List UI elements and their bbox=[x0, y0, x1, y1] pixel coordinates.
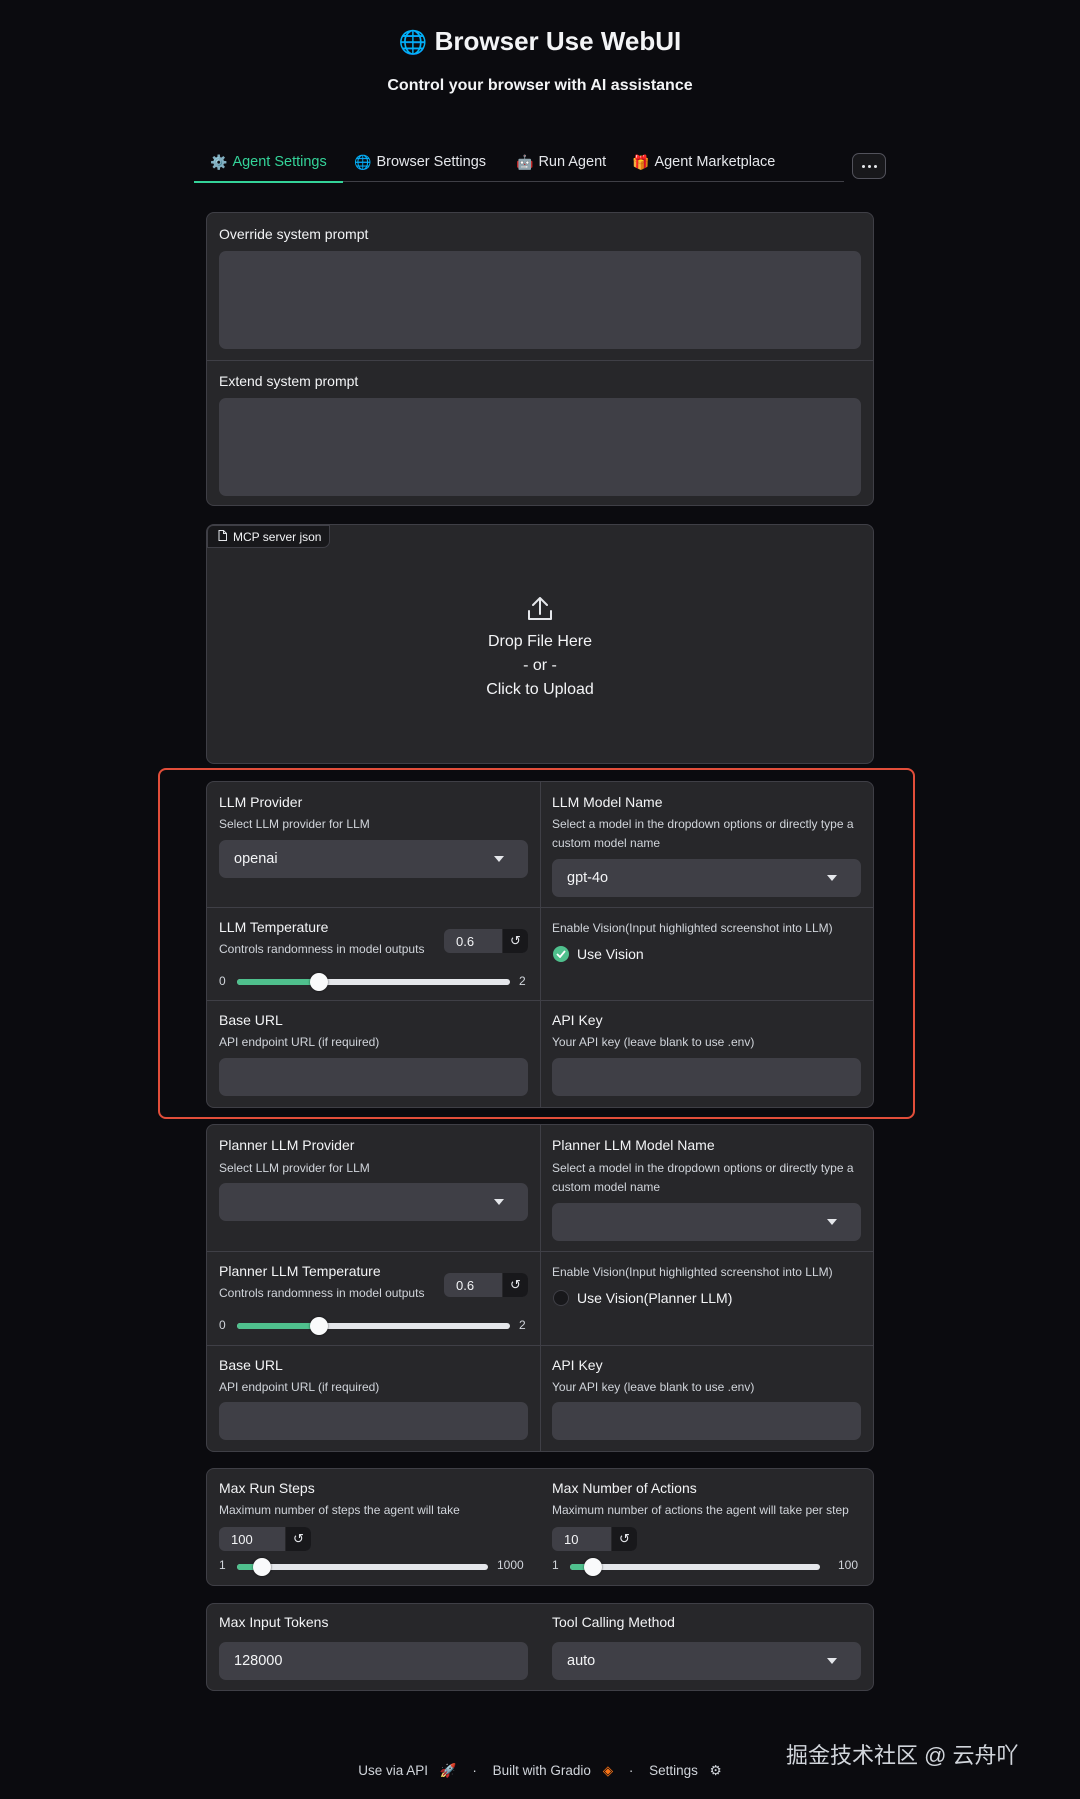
max-steps-label: Max Run Steps bbox=[219, 1480, 315, 1496]
planner-provider-dropdown[interactable] bbox=[219, 1183, 528, 1221]
planner-provider-label: Planner LLM Provider bbox=[219, 1137, 355, 1153]
tab-agent-settings[interactable]: ⚙️ Agent Settings bbox=[194, 154, 343, 183]
override-prompt-label: Override system prompt bbox=[219, 226, 369, 242]
gear-icon: ⚙ bbox=[709, 1763, 722, 1778]
click-upload-text: Click to Upload bbox=[486, 681, 594, 698]
planner-model-dropdown[interactable] bbox=[552, 1203, 861, 1241]
tab-bar: ⚙️ Agent Settings 🌐 Browser Settings 🤖 R… bbox=[194, 150, 844, 183]
planner-base-url-input[interactable] bbox=[219, 1402, 528, 1440]
highlight-box bbox=[158, 768, 915, 1119]
reset-icon[interactable]: ↺ bbox=[285, 1527, 311, 1551]
max-tokens-label: Max Input Tokens bbox=[219, 1614, 329, 1630]
slider-thumb[interactable] bbox=[583, 1558, 602, 1576]
built-with-gradio-link[interactable]: Built with Gradio ◈ bbox=[489, 1763, 617, 1778]
slider-thumb[interactable] bbox=[309, 1317, 328, 1335]
planner-provider-info: Select LLM provider for LLM bbox=[219, 1161, 370, 1175]
planner-temperature-label: Planner LLM Temperature bbox=[219, 1263, 381, 1279]
planner-vision-info: Enable Vision(Input highlighted screensh… bbox=[552, 1265, 833, 1279]
slider-max: 100 bbox=[838, 1558, 859, 1572]
globe-icon: 🌐 bbox=[398, 29, 428, 55]
planner-api-key-input[interactable] bbox=[552, 1402, 861, 1440]
planner-model-label: Planner LLM Model Name bbox=[552, 1137, 715, 1153]
max-actions-number[interactable]: 10 ↺ bbox=[552, 1527, 637, 1551]
chevron-down-icon bbox=[494, 1199, 504, 1205]
planner-model-info: Select a model in the dropdown options o… bbox=[552, 1161, 854, 1194]
page-title: 🌐 Browser Use WebUI bbox=[398, 26, 682, 56]
slider-min: 1 bbox=[552, 1558, 559, 1572]
planner-api-key-label: API Key bbox=[552, 1357, 603, 1373]
tab-agent-marketplace[interactable]: 🎁 Agent Marketplace bbox=[632, 154, 775, 182]
reset-icon[interactable]: ↺ bbox=[502, 1273, 528, 1297]
reset-icon[interactable]: ↺ bbox=[611, 1527, 637, 1551]
rocket-icon: 🚀 bbox=[439, 1763, 457, 1778]
extend-prompt-label: Extend system prompt bbox=[219, 373, 359, 389]
planner-vision-label: Use Vision(Planner LLM) bbox=[577, 1290, 733, 1306]
slider-min: 0 bbox=[219, 1318, 226, 1332]
tab-browser-settings[interactable]: 🌐 Browser Settings bbox=[354, 154, 486, 182]
extend-prompt-textarea[interactable] bbox=[219, 398, 861, 496]
tool-method-label: Tool Calling Method bbox=[552, 1614, 675, 1630]
file-icon bbox=[218, 529, 227, 544]
settings-link[interactable]: Settings ⚙ bbox=[645, 1763, 726, 1778]
more-icon bbox=[861, 164, 877, 168]
use-via-api-link[interactable]: Use via API 🚀 bbox=[354, 1763, 460, 1778]
planner-vision-checkbox[interactable] bbox=[553, 1290, 569, 1306]
override-prompt-textarea[interactable] bbox=[219, 251, 861, 349]
slider-max: 1000 bbox=[497, 1558, 524, 1572]
robot-icon: 🤖 bbox=[516, 154, 534, 170]
chevron-down-icon bbox=[827, 1219, 837, 1225]
max-steps-info: Maximum number of steps the agent will t… bbox=[219, 1503, 460, 1517]
slider-min: 1 bbox=[219, 1558, 226, 1572]
gear-icon: ⚙️ bbox=[210, 154, 228, 170]
planner-temperature-info: Controls randomness in model outputs bbox=[219, 1286, 425, 1300]
tokens-panel: Max Input Tokens 128000 Tool Calling Met… bbox=[206, 1603, 874, 1691]
slider-thumb[interactable] bbox=[253, 1558, 272, 1576]
max-steps-slider[interactable] bbox=[237, 1558, 488, 1576]
drop-file-text: Drop File Here bbox=[487, 633, 593, 650]
planner-temperature-slider[interactable] bbox=[237, 1317, 510, 1335]
mcp-upload-tag: MCP server json bbox=[207, 525, 331, 548]
max-actions-info: Maximum number of actions the agent will… bbox=[552, 1503, 849, 1517]
max-steps-number[interactable]: 100 ↺ bbox=[219, 1527, 311, 1551]
gradio-logo-icon: ◈ bbox=[602, 1763, 614, 1778]
max-tokens-input[interactable]: 128000 bbox=[219, 1642, 528, 1680]
tool-method-dropdown[interactable]: auto bbox=[552, 1642, 861, 1680]
steps-panel: Max Run Steps Maximum number of steps th… bbox=[206, 1468, 874, 1586]
planner-settings-panel: Planner LLM Provider Select LLM provider… bbox=[206, 1124, 874, 1452]
planner-api-key-info: Your API key (leave blank to use .env) bbox=[552, 1380, 755, 1394]
planner-temperature-number[interactable]: 0.6 ↺ bbox=[444, 1273, 528, 1297]
globe-icon: 🌐 bbox=[354, 154, 372, 170]
more-tabs-button[interactable] bbox=[852, 153, 886, 179]
planner-base-url-info: API endpoint URL (if required) bbox=[219, 1380, 380, 1394]
watermark: 掘金技术社区 @ 云舟吖 bbox=[786, 1743, 1019, 1768]
slider-max: 2 bbox=[519, 1318, 526, 1332]
prompts-panel: Override system prompt Extend system pro… bbox=[206, 212, 874, 506]
upload-icon bbox=[527, 597, 553, 626]
gift-icon: 🎁 bbox=[632, 154, 650, 170]
max-actions-slider[interactable] bbox=[570, 1558, 820, 1576]
page-subtitle: Control your browser with AI assistance bbox=[387, 77, 693, 94]
tab-run-agent[interactable]: 🤖 Run Agent bbox=[516, 154, 606, 182]
or-text: - or - bbox=[523, 657, 557, 674]
chevron-down-icon bbox=[827, 1658, 837, 1664]
planner-base-url-label: Base URL bbox=[219, 1357, 283, 1373]
max-actions-label: Max Number of Actions bbox=[552, 1480, 697, 1496]
